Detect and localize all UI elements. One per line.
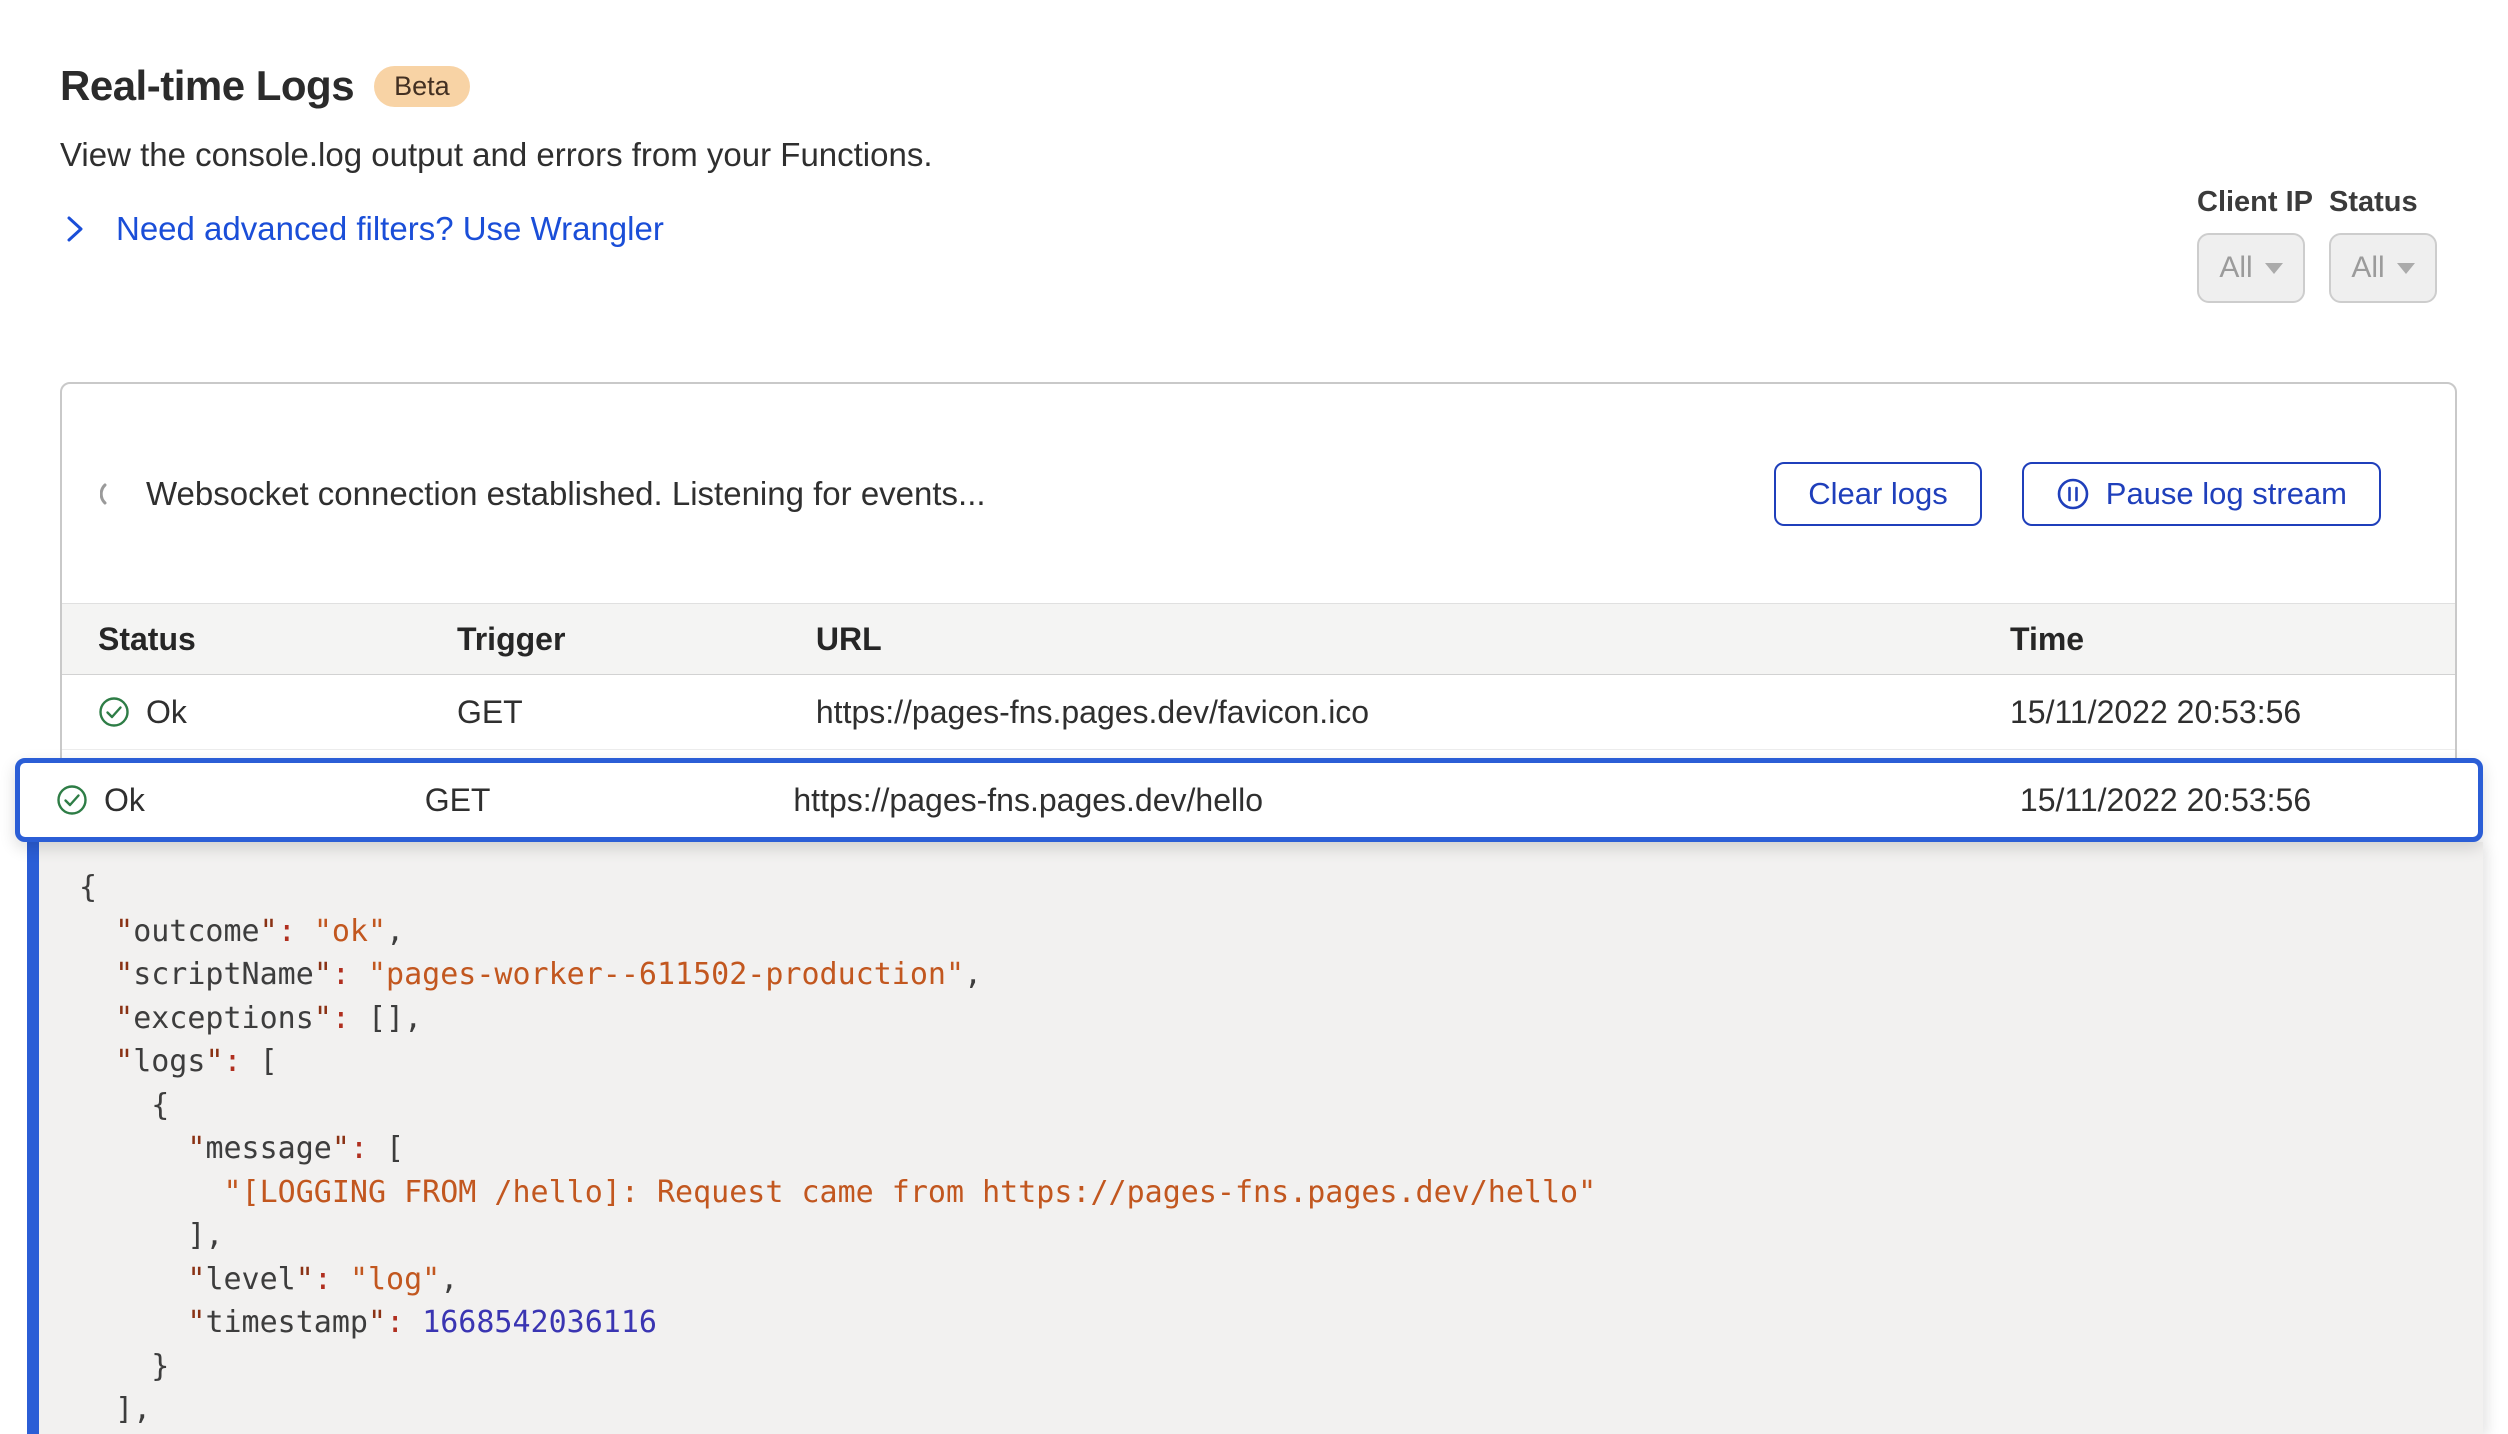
check-circle-icon — [56, 784, 88, 816]
logs-toolbar: Websocket connection established. Listen… — [62, 384, 2455, 603]
row-time: 15/11/2022 20:53:56 — [1984, 782, 2478, 819]
column-header-trigger: Trigger — [421, 621, 780, 658]
wrangler-link-label: Need advanced filters? Use Wrangler — [116, 210, 664, 248]
log-detail-json: { "outcome": "ok", "scriptName": "pages-… — [39, 842, 2483, 1432]
row-trigger: GET — [389, 782, 758, 819]
log-table-header: Status Trigger URL Time — [62, 603, 2455, 675]
beta-badge: Beta — [374, 66, 470, 107]
row-time: 15/11/2022 20:53:56 — [1974, 694, 2455, 731]
caret-down-icon — [2397, 263, 2415, 274]
row-url: https://pages-fns.pages.dev/hello — [757, 782, 1984, 819]
page-subtitle: View the console.log output and errors f… — [60, 136, 933, 174]
pause-log-stream-button[interactable]: Pause log stream — [2022, 462, 2381, 526]
realtime-logs-page: Real-time Logs Beta View the console.log… — [0, 0, 2508, 1434]
status-value: All — [2351, 251, 2384, 285]
page-header: Real-time Logs Beta View the console.log… — [60, 62, 933, 248]
pause-log-stream-label: Pause log stream — [2106, 476, 2347, 512]
log-detail-panel: { "outcome": "ok", "scriptName": "pages-… — [27, 842, 2483, 1434]
column-header-url: URL — [780, 621, 1974, 658]
spinner-icon — [100, 480, 128, 508]
status-label: Status — [2329, 186, 2437, 219]
status-filter: Status All — [2329, 186, 2437, 303]
page-title: Real-time Logs — [60, 62, 354, 110]
wrangler-filters-link[interactable]: Need advanced filters? Use Wrangler — [60, 210, 933, 248]
caret-down-icon — [2265, 263, 2283, 274]
row-status: Ok — [104, 782, 145, 819]
pause-icon — [2056, 477, 2090, 511]
client-ip-label: Client IP — [2197, 186, 2313, 219]
toolbar-actions: Clear logs Pause log stream — [1774, 462, 2381, 526]
clear-logs-label: Clear logs — [1808, 476, 1948, 512]
client-ip-filter: Client IP All — [2197, 186, 2313, 303]
row-trigger: GET — [421, 694, 780, 731]
log-filters: Client IP All Status All — [2197, 186, 2437, 303]
log-row-selected[interactable]: Ok GET https://pages-fns.pages.dev/hello… — [15, 758, 2483, 842]
websocket-status: Websocket connection established. Listen… — [100, 475, 986, 513]
chevron-right-icon — [60, 212, 90, 246]
check-circle-icon — [98, 696, 130, 728]
status-dropdown[interactable]: All — [2329, 233, 2437, 303]
log-row[interactable]: Ok GET https://pages-fns.pages.dev/favic… — [62, 675, 2455, 750]
websocket-status-text: Websocket connection established. Listen… — [146, 475, 986, 513]
row-url: https://pages-fns.pages.dev/favicon.ico — [780, 694, 1974, 731]
client-ip-dropdown[interactable]: All — [2197, 233, 2305, 303]
column-header-status: Status — [62, 621, 421, 658]
column-header-time: Time — [1974, 621, 2455, 658]
row-status: Ok — [146, 694, 187, 731]
clear-logs-button[interactable]: Clear logs — [1774, 462, 1982, 526]
client-ip-value: All — [2219, 251, 2252, 285]
